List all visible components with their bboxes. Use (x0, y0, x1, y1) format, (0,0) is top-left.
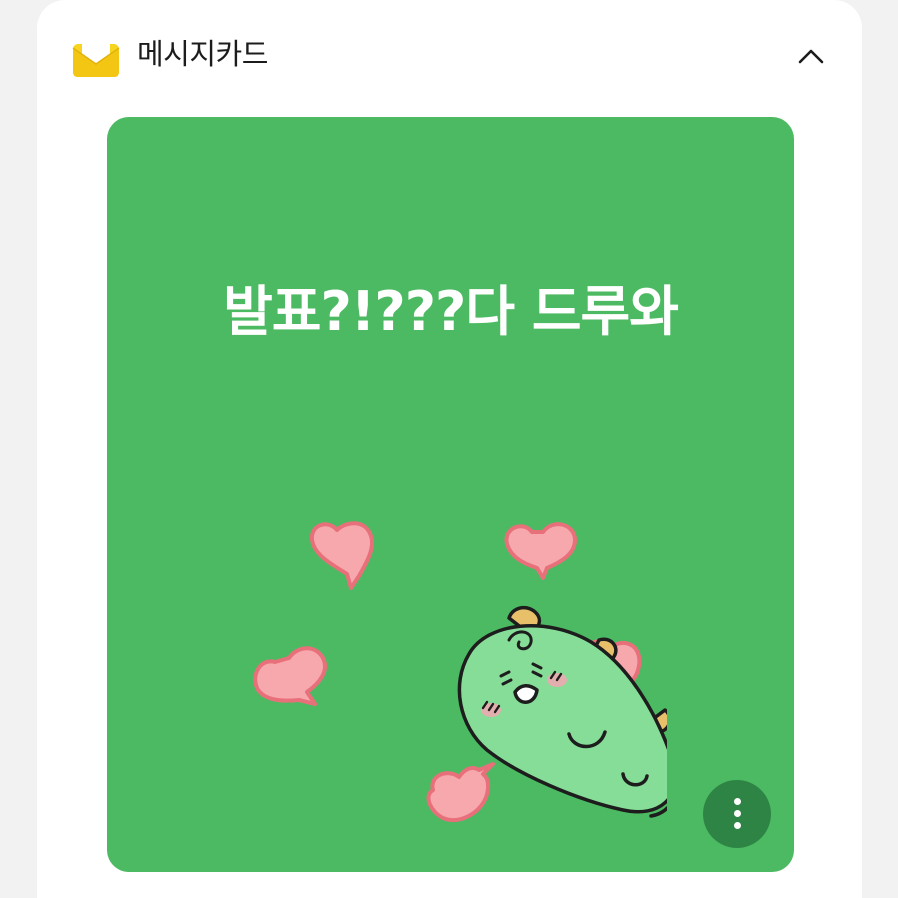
dinosaur-sticker (253, 521, 667, 823)
heart-icon (504, 522, 577, 580)
more-vertical-icon-dot (734, 822, 741, 829)
heart-icon (426, 762, 495, 823)
collapse-button[interactable] (791, 38, 831, 74)
more-vertical-icon-dot (734, 810, 741, 817)
panel-header: 메시지카드 (37, 18, 862, 96)
message-card[interactable]: 발표?!???다 드루와 (107, 117, 794, 872)
heart-icon (309, 521, 374, 590)
dinosaur-figure (457, 605, 667, 818)
chevron-up-icon (798, 49, 824, 64)
message-card-panel: 메시지카드 발표?!???다 드루와 (37, 0, 862, 898)
envelope-icon (72, 37, 120, 77)
panel-title: 메시지카드 (137, 37, 268, 71)
card-message: 발표?!???다 드루와 (223, 280, 679, 343)
more-vertical-icon (734, 798, 741, 805)
heart-icon (253, 646, 327, 706)
more-options-button[interactable] (703, 780, 771, 848)
